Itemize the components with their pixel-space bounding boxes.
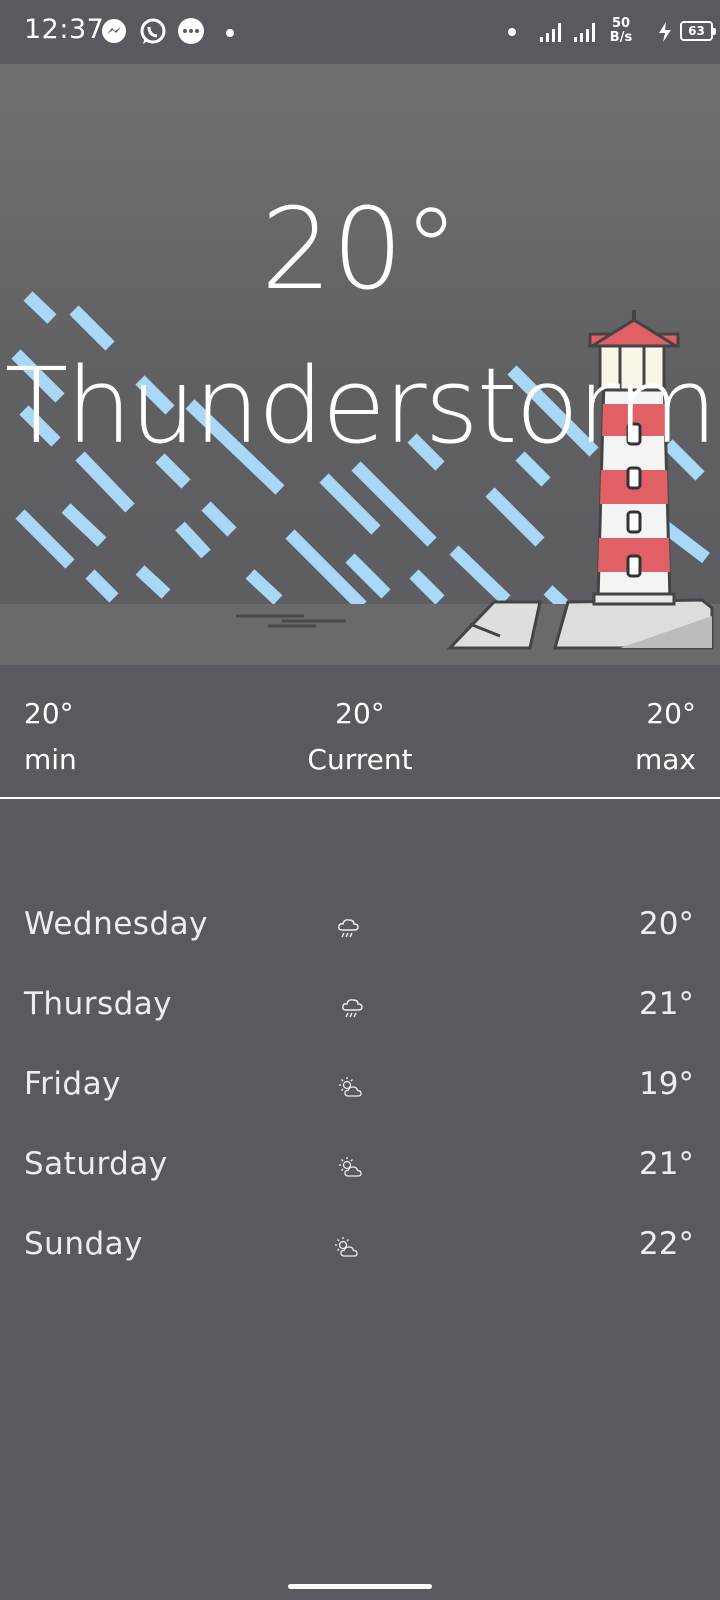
current-temperature-value: 20° bbox=[335, 697, 385, 730]
forecast-list: Wednesday 20° Thursday 21° Friday 19° Sa… bbox=[0, 896, 720, 1296]
network-speed: 50 B/s bbox=[606, 17, 636, 45]
battery-icon: 63 bbox=[680, 21, 716, 41]
network-speed-unit: B/s bbox=[609, 30, 633, 45]
current-temperature-label: Current bbox=[307, 743, 413, 776]
forecast-row-wednesday: Wednesday 20° bbox=[0, 896, 720, 976]
weather-hero: 20° Thunderstorm bbox=[0, 64, 720, 665]
forecast-temp: 20° bbox=[639, 906, 694, 942]
current-temperature: 20° bbox=[260, 185, 460, 315]
whatsapp-icon bbox=[138, 17, 168, 51]
weather-condition: Thunderstorm bbox=[4, 345, 718, 467]
rocks bbox=[446, 598, 714, 650]
forecast-row-thursday: Thursday 21° bbox=[0, 976, 720, 1056]
status-right: 50 B/s 63 bbox=[480, 0, 720, 64]
min-temperature-label: min bbox=[24, 743, 77, 776]
status-bar: 12:37 50 B/s 63 bbox=[0, 0, 720, 64]
forecast-row-saturday: Saturday 21° bbox=[0, 1136, 720, 1216]
max-temperature-label: max bbox=[634, 743, 696, 776]
partly-cloudy-icon bbox=[338, 1156, 364, 1182]
forecast-row-sunday: Sunday 22° bbox=[0, 1216, 720, 1296]
forecast-row-friday: Friday 19° bbox=[0, 1056, 720, 1136]
forecast-day: Thursday bbox=[24, 986, 173, 1022]
network-speed-value: 50 bbox=[611, 16, 631, 31]
min-temperature: 20° min bbox=[24, 691, 77, 783]
max-temperature-value: 20° bbox=[646, 697, 696, 730]
forecast-day: Friday bbox=[24, 1066, 121, 1102]
home-indicator[interactable] bbox=[288, 1584, 432, 1589]
divider bbox=[0, 797, 720, 799]
forecast-temp: 22° bbox=[639, 1226, 694, 1262]
forecast-day: Wednesday bbox=[24, 906, 208, 942]
messages-icon bbox=[176, 17, 206, 51]
charging-icon bbox=[656, 21, 676, 47]
forecast-day: Sunday bbox=[24, 1226, 143, 1262]
signal-icon bbox=[574, 20, 600, 48]
dot-icon bbox=[508, 28, 516, 36]
forecast-temp: 19° bbox=[639, 1066, 694, 1102]
rain-cloud-icon bbox=[336, 916, 362, 942]
current-temperature-summary: 20° Current bbox=[260, 691, 460, 783]
dot-icon bbox=[226, 29, 234, 37]
partly-cloudy-icon bbox=[338, 1076, 364, 1102]
forecast-temp: 21° bbox=[639, 1146, 694, 1182]
status-time: 12:37 bbox=[24, 14, 105, 45]
partly-cloudy-icon bbox=[334, 1236, 360, 1262]
temperature-summary: 20° min 20° Current 20° max bbox=[0, 665, 720, 799]
forecast-temp: 21° bbox=[639, 986, 694, 1022]
forecast-day: Saturday bbox=[24, 1146, 168, 1182]
max-temperature: 20° max bbox=[635, 691, 696, 783]
min-temperature-value: 20° bbox=[24, 697, 74, 730]
rain-cloud-icon bbox=[340, 996, 366, 1022]
signal-icon bbox=[540, 20, 566, 48]
messenger-icon bbox=[100, 17, 128, 49]
